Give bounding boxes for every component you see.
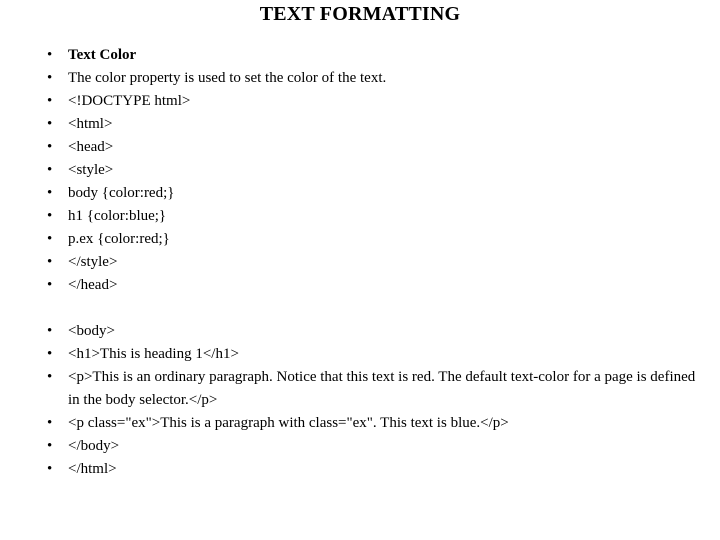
- list-item: • <style>: [40, 159, 700, 182]
- bullet-point-icon: •: [47, 93, 53, 109]
- list-item: • p.ex {color:red;}: [40, 228, 700, 251]
- list-item: • h1 {color:blue;}: [40, 205, 700, 228]
- list-item: • </style>: [40, 251, 700, 274]
- bullet-point-icon: •: [47, 47, 53, 63]
- list-item: • Text Color: [40, 44, 700, 67]
- bullet-group-body-section: • <body> • <h1>This is heading 1</h1> • <p>Th…: [40, 320, 700, 481]
- bullet-point-icon: •: [47, 461, 53, 477]
- list-item-label: </head>: [68, 277, 118, 293]
- page-title: TEXT FORMATTING: [259, 3, 461, 25]
- list-item: • body {color:red;}: [40, 182, 700, 205]
- list-item: • <h1>This is heading 1</h1>: [40, 343, 700, 366]
- list-item-label: <style>: [68, 162, 114, 178]
- list-item-label: <head>: [68, 139, 114, 155]
- list-item: • <!DOCTYPE html>: [40, 90, 700, 113]
- list-item: • The color property is used to set the c…: [40, 67, 700, 90]
- list-item: • <html>: [40, 113, 700, 136]
- list-item-label: <p class="ex">This is a paragraph with c…: [68, 415, 509, 431]
- bullet-point-icon: •: [47, 438, 53, 454]
- bullet-point-icon: •: [47, 185, 53, 201]
- bullet-point-icon: •: [47, 231, 53, 247]
- list-item-label: h1 {color:blue;}: [68, 208, 167, 224]
- list-item-label: body {color:red;}: [68, 185, 175, 201]
- list-item: • <body>: [40, 320, 700, 343]
- bullet-point-icon: •: [47, 323, 53, 339]
- list-item-label: The color property is used to set the co…: [68, 70, 387, 86]
- list-item-label: <body>: [68, 323, 115, 339]
- list-item-label: Text Color: [68, 47, 137, 63]
- bullet-point-icon: •: [47, 254, 53, 270]
- list-item: • </head>: [40, 274, 700, 297]
- bullet-point-icon: •: [47, 208, 53, 224]
- list-item-label: <p>This is an ordinary paragraph. Notice…: [68, 369, 700, 408]
- list-item-label: </style>: [68, 254, 118, 270]
- bullet-point-icon: •: [47, 139, 53, 155]
- list-item: • </html>: [40, 458, 700, 481]
- list-item-label: <html>: [68, 116, 113, 132]
- bullet-point-icon: •: [47, 346, 53, 362]
- list-item-label: <h1>This is heading 1</h1>: [68, 346, 239, 362]
- list-item-label: p.ex {color:red;}: [68, 231, 170, 247]
- slide-canvas: TEXT FORMATTING • Text Color • The color pr…: [0, 0, 720, 540]
- list-item: • <p class="ex">This is a paragraph with …: [40, 412, 700, 435]
- list-item: • </body>: [40, 435, 700, 458]
- list-item-label: <!DOCTYPE html>: [68, 93, 191, 109]
- slide-content-body: • Text Color • The color property is used t…: [40, 44, 700, 481]
- bullet-group-head-section: • Text Color • The color property is used t…: [40, 44, 700, 297]
- list-item-label: </body>: [68, 438, 120, 454]
- bullet-point-icon: •: [47, 70, 53, 86]
- bullet-point-icon: •: [47, 162, 53, 178]
- list-item-label: </html>: [68, 461, 117, 477]
- bullet-point-icon: •: [47, 116, 53, 132]
- list-item: • <p>This is an ordinary paragraph. Notic…: [40, 366, 700, 412]
- bullet-point-icon: •: [47, 277, 53, 293]
- list-item: • <head>: [40, 136, 700, 159]
- bullet-point-icon: •: [47, 415, 53, 431]
- bullet-point-icon: •: [47, 369, 53, 385]
